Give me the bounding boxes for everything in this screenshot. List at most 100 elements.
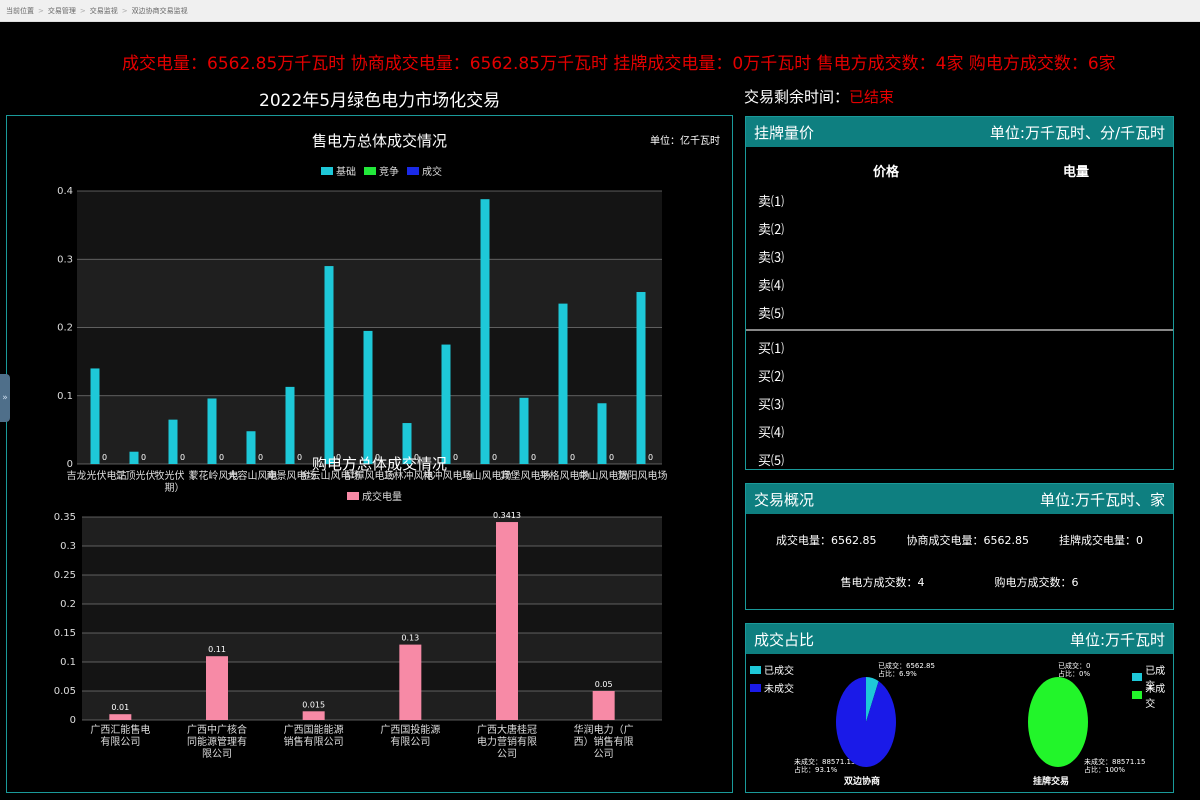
col-price: 价格 <box>872 165 899 180</box>
legend-swatch <box>407 166 419 175</box>
y-tick-label: 0 <box>67 459 73 470</box>
bar-volume <box>109 714 132 720</box>
x-tick-label: 公司 <box>594 749 614 760</box>
data-label: 0 <box>180 453 185 462</box>
list-item: 卖⑷ <box>758 278 785 294</box>
grid-band <box>82 691 662 720</box>
pie-slice <box>1028 677 1088 767</box>
x-tick-label: 广西大唐桂冠 <box>477 723 537 736</box>
legend-swatch <box>321 166 333 175</box>
data-label: 0 <box>258 453 263 462</box>
bar-basic <box>246 431 256 464</box>
x-tick-label: 江顶光伏 <box>116 469 156 482</box>
pie2-legend-undone[interactable]: 未成交 <box>1132 680 1173 710</box>
grid-band <box>77 191 662 260</box>
grid-band <box>82 662 662 691</box>
list-item: 买⑸ <box>758 453 785 469</box>
orderbook-panel: 挂牌量价 单位:万千瓦时、分/千瓦时 价格 电量 卖⑴ 卖⑵ 卖⑶ 卖⑷ 卖⑸ … <box>745 116 1174 470</box>
pie-chart-bilateral <box>836 677 896 767</box>
bar-basic <box>480 199 490 464</box>
grid-band <box>82 546 662 575</box>
breadcrumb: 当前位置 > 交易管理 > 交易监视 > 双边协商交易监视 <box>0 0 1200 22</box>
x-tick-label: 西）销售有限 <box>574 735 634 748</box>
seller-bar-chart: 00.10.20.30.40吉龙光伏电站0江顶光伏0牧光伏（0蒙花岭风电0大容山… <box>57 186 668 494</box>
overview-unit: 单位:万千瓦时、家 <box>1039 490 1165 509</box>
orderbook-unit: 单位:万千瓦时、分/千瓦时 <box>989 123 1165 142</box>
y-tick-label: 0.2 <box>57 323 73 334</box>
breadcrumb-item-location: 当前位置 <box>6 6 34 15</box>
pie-chart-listed <box>1028 677 1088 767</box>
data-label: 0.3413 <box>493 511 521 520</box>
list-item: 买⑷ <box>758 425 785 441</box>
x-tick-label: 广西汇能售电 <box>90 723 150 736</box>
overview-total: 成交电量：6562.85 <box>776 534 877 547</box>
y-tick-label: 0.3 <box>57 254 73 265</box>
sell-rows: 卖⑴ 卖⑵ 卖⑶ 卖⑷ 卖⑸ <box>746 186 1173 326</box>
x-tick-label: 电力营销有限 <box>477 735 537 748</box>
overview-listed: 挂牌成交电量：0 <box>1059 534 1143 547</box>
grid-band <box>82 604 662 633</box>
data-label: 0 <box>648 453 653 462</box>
buy-rows: 买⑴ 买⑵ 买⑶ 买⑷ 买⑸ <box>746 333 1173 473</box>
grid-band <box>77 259 662 328</box>
breadcrumb-item-trade-monitor[interactable]: 交易监视 <box>90 6 118 16</box>
x-tick-label: 贺阳风电场 <box>618 469 668 482</box>
y-tick-label: 0.4 <box>57 186 73 197</box>
bar-basic <box>558 303 568 464</box>
pie1-legend-done[interactable]: 已成交 <box>750 662 794 677</box>
orderbook-divider <box>746 329 1173 331</box>
y-tick-label: 0.35 <box>54 512 76 523</box>
side-toggle-button[interactable]: » <box>0 374 10 422</box>
page-title: 2022年5月绿色电力市场化交易 <box>259 91 501 111</box>
bar-basic <box>519 397 529 464</box>
pie-slice <box>836 677 896 767</box>
data-label: 0 <box>297 453 302 462</box>
remaining-time: 交易剩余时间：已结束 <box>744 86 894 107</box>
x-tick-label: 同能源管理有 <box>187 735 247 748</box>
bar-basic <box>324 266 334 464</box>
buyer-bar-chart: 0 0.05 0.1 0.15 0.2 0.25 0.3 0.35 0.01 广西汇能售电有限公司… <box>54 511 662 760</box>
x-tick-label: 有限公司 <box>100 735 140 748</box>
x-tick-label: 广西国投能源 <box>380 723 440 736</box>
data-label: 0.11 <box>208 645 226 654</box>
data-label: 0 <box>492 453 497 462</box>
bar-basic <box>597 403 607 464</box>
grid-band <box>82 517 662 546</box>
buyer-chart-title: 购电方总体成交情况 <box>312 455 448 473</box>
data-label: 0.015 <box>302 700 325 709</box>
y-tick-label: 0.25 <box>54 570 76 581</box>
list-item: 卖⑶ <box>758 250 785 266</box>
bar-volume <box>206 656 228 720</box>
data-label: 0 <box>141 453 146 462</box>
seller-chart-unit: 单位：亿千瓦时 <box>650 136 720 147</box>
remaining-time-value: 已结束 <box>849 88 895 106</box>
data-label: 0 <box>453 453 458 462</box>
pie2-name: 挂牌交易 <box>1033 777 1070 787</box>
ratio-title: 成交占比 <box>754 630 815 649</box>
remaining-time-label: 交易剩余时间： <box>744 88 850 106</box>
summary-banner: 成交电量：6562.85万千瓦时 协商成交电量：6562.85万千瓦时 挂牌成交… <box>122 54 1116 74</box>
charts-panel: 售电方总体成交情况 单位：亿千瓦时 基础 竞争 成交 0 0.1 0.2 0.3 0.4… <box>6 115 733 793</box>
data-label: 0.13 <box>401 634 419 643</box>
data-label: 0.01 <box>111 703 129 712</box>
ratio-panel: 成交占比 单位:万千瓦时 已成交 未成交 已成交 未成交 已成交：6562.85… <box>745 623 1174 793</box>
breadcrumb-item-trade-mgmt[interactable]: 交易管理 <box>48 6 76 16</box>
pie1-name: 双边协商 <box>844 777 881 787</box>
overview-title: 交易概况 <box>754 490 815 509</box>
list-item: 卖⑴ <box>758 194 785 210</box>
orderbook-title: 挂牌量价 <box>754 123 815 142</box>
bar-basic <box>636 292 646 464</box>
grid-band <box>82 633 662 662</box>
bar-basic <box>90 368 100 464</box>
bar-volume <box>592 691 615 720</box>
pie1-legend-undone[interactable]: 未成交 <box>750 680 794 695</box>
list-item: 买⑶ <box>758 397 785 413</box>
y-tick-label: 0.05 <box>54 686 76 697</box>
bar-volume <box>302 711 325 720</box>
x-tick-label-wrap: 期） <box>165 482 185 494</box>
x-tick-label: 广西中广核合 <box>187 723 247 736</box>
data-label: 0 <box>102 453 107 462</box>
dashboard: 成交电量：6562.85万千瓦时 协商成交电量：6562.85万千瓦时 挂牌成交… <box>0 22 1200 800</box>
bar-basic <box>129 451 139 464</box>
overview-sellers: 售电方成交数：4 <box>840 576 925 589</box>
